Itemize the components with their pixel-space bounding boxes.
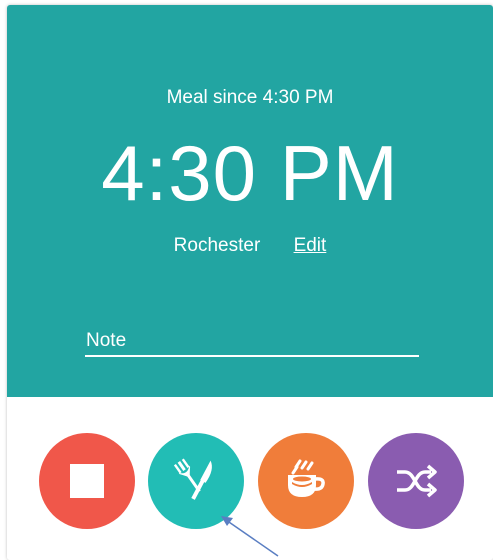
meal-button[interactable]: [148, 433, 244, 529]
shuffle-button[interactable]: [368, 433, 464, 529]
tracker-card: Meal since 4:30 PM 4:30 PM Rochester Edi…: [7, 5, 493, 560]
location-name: Rochester: [173, 235, 261, 256]
note-input[interactable]: [85, 327, 419, 357]
edit-location-link[interactable]: Edit: [294, 235, 327, 257]
action-bar: [7, 397, 493, 560]
fork-knife-icon: [173, 458, 212, 500]
shuffle-icon: [397, 464, 437, 498]
coffee-cup-icon: [288, 459, 325, 497]
stop-icon: [70, 464, 104, 498]
stop-button[interactable]: [39, 433, 135, 529]
status-panel: Meal since 4:30 PM 4:30 PM Rochester Edi…: [7, 5, 493, 397]
location-row: Rochester Edit: [7, 235, 493, 257]
coffee-button[interactable]: [258, 433, 354, 529]
clock-display: 4:30 PM: [101, 129, 399, 217]
since-label: Meal since 4:30 PM: [166, 87, 334, 108]
